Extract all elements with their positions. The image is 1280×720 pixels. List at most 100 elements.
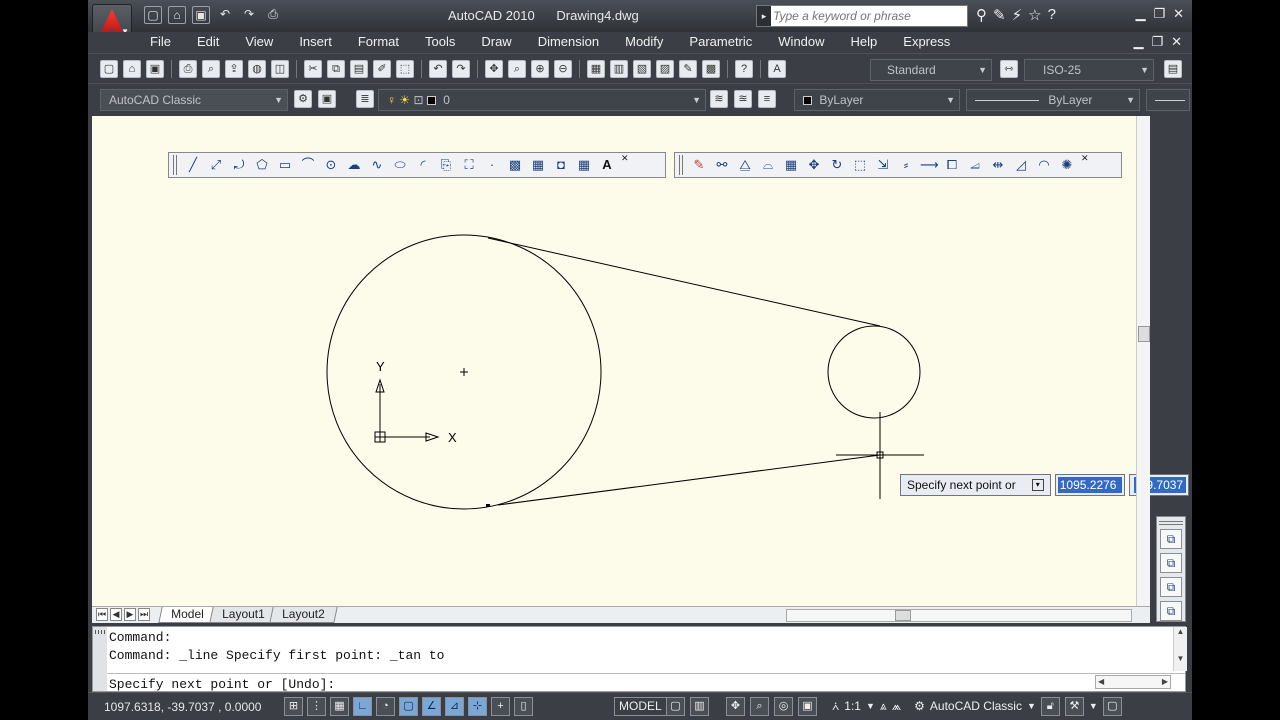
hatch-icon[interactable]: ▩ [506, 156, 524, 174]
make-block-icon[interactable]: ⛶ [460, 156, 478, 174]
infer-constraints-icon[interactable]: ⊞ [284, 697, 303, 716]
point-icon[interactable]: · [483, 156, 501, 174]
tangent-line-top[interactable] [487, 237, 881, 327]
toolbar-grip[interactable] [1159, 519, 1183, 525]
bring-to-front-icon[interactable]: ⧉ [1160, 529, 1182, 549]
menu-edit[interactable]: Edit [197, 34, 231, 49]
my-workspace-icon[interactable]: ▣ [318, 90, 336, 108]
line-tool-icon[interactable]: ╱ [184, 156, 202, 174]
redo-icon[interactable]: ↷ [452, 60, 470, 78]
binoculars-icon[interactable]: ⚲ [976, 6, 987, 24]
make-current-layer-icon[interactable]: ≋ [710, 90, 728, 108]
paste-icon[interactable]: ▤ [350, 60, 368, 78]
horizontal-scrollbar[interactable] [786, 609, 1132, 622]
lineweight-icon[interactable]: + [491, 697, 510, 716]
command-scrollbar[interactable]: ▲ ▼ [1173, 627, 1187, 671]
toolbar-grip[interactable] [173, 155, 179, 175]
ellipse-arc-icon[interactable]: ◜ [414, 156, 432, 174]
mirror-icon[interactable]: ⧋ [736, 156, 754, 174]
restore-icon[interactable]: ❐ [1153, 6, 1165, 22]
help-icon[interactable]: ? [1048, 6, 1056, 24]
communication-icon[interactable]: ⚡ [1012, 6, 1023, 24]
break-icon[interactable]: ⧡ [966, 156, 984, 174]
construction-line-icon[interactable]: ⤢ [207, 156, 225, 174]
chamfer-icon[interactable]: ◿ [1012, 156, 1030, 174]
text-style-select[interactable]: Standard ▼ [870, 59, 992, 81]
region-icon[interactable]: ◘ [552, 156, 570, 174]
undo-icon[interactable]: ↶ [429, 60, 447, 78]
layer-previous-icon[interactable]: ≊ [734, 90, 752, 108]
trim-icon[interactable]: ⸗ [897, 156, 915, 174]
arc-icon[interactable]: ⌒ [299, 156, 317, 174]
block-editor-icon[interactable]: ⬚ [396, 60, 414, 78]
small-circle[interactable] [827, 325, 921, 419]
properties-icon[interactable]: ▦ [587, 60, 605, 78]
array-icon[interactable]: ▦ [782, 156, 800, 174]
copy-icon[interactable]: ⧉ [327, 60, 345, 78]
dim-style-select[interactable]: ISO-25 ▼ [1024, 59, 1154, 81]
stretch-icon[interactable]: ⇲ [874, 156, 892, 174]
chevron-down-icon[interactable]: ▼ [866, 697, 875, 716]
tool-palettes-icon[interactable]: ▧ [633, 60, 651, 78]
command-horizontal-scrollbar[interactable]: ◀ ▶ [1095, 675, 1171, 689]
join-icon[interactable]: ⇹ [989, 156, 1007, 174]
pan-icon[interactable]: ✥ [485, 60, 503, 78]
zoom-realtime-icon[interactable]: ⌕ [508, 60, 526, 78]
menu-help[interactable]: Help [851, 34, 890, 49]
tab-layout1[interactable]: Layout1 [208, 607, 278, 623]
undo-icon[interactable]: ↶ [216, 6, 234, 24]
layer-select[interactable]: ♀ ☀ ⊡ 0 ▼ [378, 89, 706, 111]
pan-status-icon[interactable]: ✥ [726, 697, 745, 716]
menu-parametric[interactable]: Parametric [689, 34, 764, 49]
vertical-scrollbar[interactable] [1136, 116, 1150, 606]
command-prompt-line[interactable]: Specify next point or [Undo]: [109, 677, 335, 692]
quickcalc-icon[interactable]: ▩ [702, 60, 720, 78]
multiline-text-icon[interactable]: A [598, 156, 616, 174]
toolbar-lock-icon[interactable]: 🔓︎ [1040, 697, 1060, 716]
next-tab-icon[interactable]: ▶ [124, 608, 136, 621]
quick-view-drawings-icon[interactable]: ▥ [690, 697, 709, 716]
plot-icon[interactable]: ⎙ [264, 6, 282, 24]
scroll-up-icon[interactable]: ▲ [1174, 627, 1187, 636]
publish-icon[interactable]: ⇪ [225, 60, 243, 78]
annotation-scale-value[interactable]: 1:1 [844, 697, 861, 716]
dynamic-ucs-icon[interactable]: ⊿ [445, 697, 464, 716]
table-icon[interactable]: ▦ [575, 156, 593, 174]
menu-format[interactable]: Format [358, 34, 411, 49]
layer-states-icon[interactable]: ≡ [758, 90, 776, 108]
polygon-icon[interactable]: ⬠ [253, 156, 271, 174]
ortho-mode-icon[interactable]: ∟ [353, 697, 372, 716]
last-tab-icon[interactable]: ⏭ [138, 608, 150, 621]
workspace-status-value[interactable]: AutoCAD Classic [930, 697, 1022, 716]
help-icon[interactable]: ? [735, 60, 753, 78]
extend-icon[interactable]: ⟶ [920, 156, 939, 174]
prev-tab-icon[interactable]: ◀ [110, 608, 122, 621]
snap-mode-icon[interactable]: ⋮ [307, 697, 326, 716]
plot-icon[interactable]: ⎙ [179, 60, 197, 78]
chevron-down-icon[interactable]: ▼ [1027, 697, 1036, 716]
layer-properties-icon[interactable]: ≣ [356, 90, 374, 108]
subscription-icon[interactable]: ✎ [993, 6, 1006, 24]
annotation-visibility-icon[interactable]: ⩓ [880, 697, 887, 716]
first-tab-icon[interactable]: ⏮ [96, 608, 108, 621]
tab-model[interactable]: Model [158, 607, 217, 623]
ellipse-icon[interactable]: ⬭ [391, 156, 409, 174]
clean-screen-icon[interactable]: ▢ [1102, 697, 1122, 716]
color-select[interactable]: ByLayer ▼ [794, 89, 960, 111]
menu-view[interactable]: View [245, 34, 285, 49]
object-snap-tracking-icon[interactable]: ∠ [422, 697, 441, 716]
horizontal-scroll-thumb[interactable] [895, 610, 911, 621]
scroll-left-icon[interactable]: ◀ [1098, 677, 1104, 686]
doc-restore-icon[interactable]: ❐ [1151, 34, 1163, 50]
favorites-star-icon[interactable]: ☆ [1028, 6, 1041, 24]
quick-view-layouts-icon[interactable]: ▢ [666, 697, 685, 716]
explode-icon[interactable]: ✺ [1058, 156, 1076, 174]
zoom-window-icon[interactable]: ⊕ [531, 60, 549, 78]
open-icon[interactable]: ⌂ [123, 60, 141, 78]
table-style-icon[interactable]: ▤ [1164, 60, 1182, 78]
publish-web-icon[interactable]: ◫ [271, 60, 289, 78]
offset-icon[interactable]: ⌓ [759, 156, 777, 174]
close-icon[interactable]: ✕ [1173, 6, 1184, 22]
close-icon[interactable]: ✕ [621, 153, 629, 164]
auto-scale-icon[interactable]: ⩕ [892, 697, 901, 716]
